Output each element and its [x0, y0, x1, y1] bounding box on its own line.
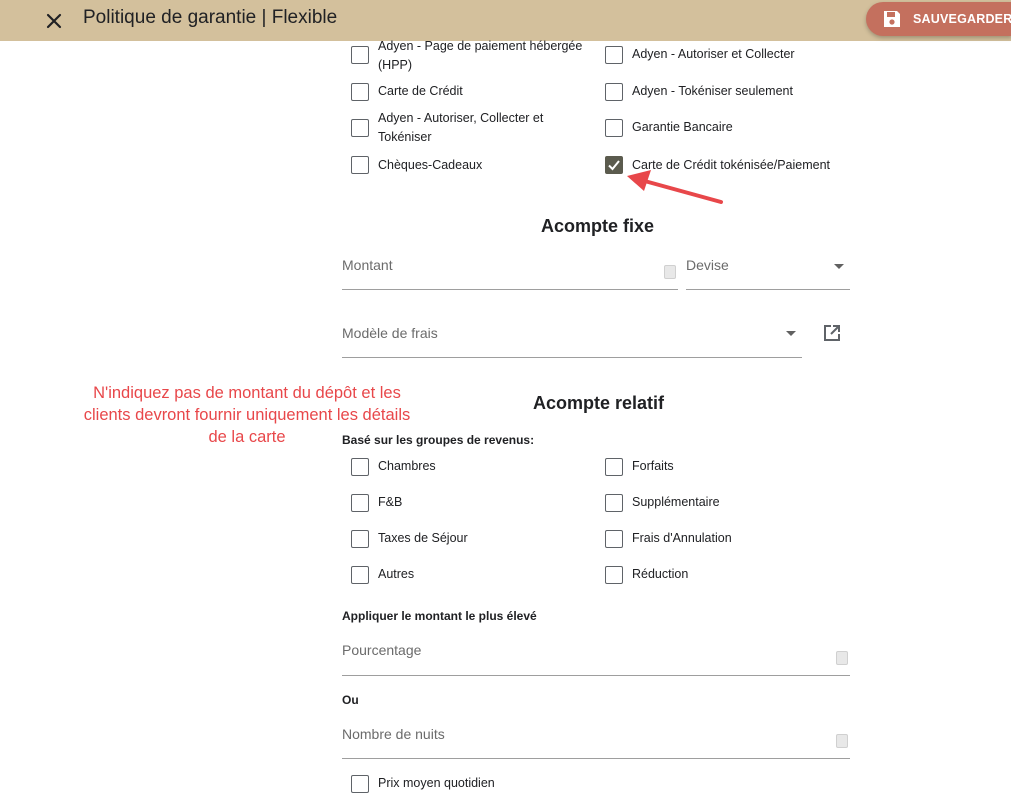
- floppy-disk-icon: [882, 9, 902, 29]
- nights-field[interactable]: Nombre de nuits: [342, 726, 445, 742]
- save-button-label: SAUVEGARDER: [913, 12, 1011, 26]
- close-icon[interactable]: [43, 10, 65, 32]
- revenue-groups-label: Basé sur les groupes de revenus:: [342, 433, 535, 447]
- checkbox-extras[interactable]: [605, 494, 623, 512]
- checkbox-bank-guarantee[interactable]: [605, 119, 623, 137]
- checkbox-city-tax[interactable]: [351, 530, 369, 548]
- check-icon: [608, 160, 620, 171]
- page-title: Politique de garantie | Flexible: [83, 7, 338, 28]
- spinner-arrows-icon[interactable]: [836, 734, 848, 748]
- checkbox-fnb[interactable]: [351, 494, 369, 512]
- amount-field[interactable]: Montant: [342, 257, 393, 273]
- checkbox-label: F&B: [378, 495, 403, 509]
- annotation-line: clients devront fournir uniquement les d…: [83, 406, 411, 424]
- percentage-underline: [342, 675, 850, 676]
- checkbox-label: Autres: [378, 567, 415, 581]
- checkbox-credit-card[interactable]: [351, 83, 369, 101]
- open-in-new-icon[interactable]: [822, 323, 842, 343]
- section-title-relative-deposit: Acompte relatif: [533, 393, 665, 413]
- checkbox-discount[interactable]: [605, 566, 623, 584]
- checkbox-adyen-authorize-collect[interactable]: [605, 46, 623, 64]
- checkbox-label: Chambres: [378, 459, 436, 473]
- annotation-line: N'indiquez pas de montant du dépôt et le…: [93, 384, 401, 402]
- app-header: Politique de garantie | Flexible SAUVEGA…: [0, 0, 1011, 41]
- currency-underline: [686, 289, 850, 290]
- spinner-arrows-icon[interactable]: [836, 651, 848, 665]
- percentage-field[interactable]: Pourcentage: [342, 642, 421, 658]
- amount-underline: [342, 289, 678, 290]
- checkbox-label: Taxes de Séjour: [378, 531, 468, 545]
- checkbox-label: Adyen - Autoriser, Collecter et Tokénise…: [378, 111, 544, 144]
- checkbox-label: Chèques-Cadeaux: [378, 158, 483, 172]
- checkbox-label: Prix moyen quotidien: [378, 776, 495, 790]
- checkbox-label: Forfaits: [632, 459, 674, 473]
- checkbox-tokenized-credit-card[interactable]: [605, 156, 623, 174]
- section-title-fixed-deposit: Acompte fixe: [541, 216, 655, 236]
- checkbox-cancellation-fees[interactable]: [605, 530, 623, 548]
- checkbox-label: Carte de Crédit: [378, 84, 463, 98]
- red-arrow-icon: [627, 170, 723, 204]
- checkbox-label: Frais d'Annulation: [632, 531, 732, 545]
- checkbox-label: Adyen - Tokéniser seulement: [632, 84, 793, 98]
- checkbox-rooms[interactable]: [351, 458, 369, 476]
- checkbox-label: Supplémentaire: [632, 495, 720, 509]
- caret-down-icon[interactable]: [786, 331, 796, 336]
- apply-highest-label: Appliquer le montant le plus élevé: [342, 609, 537, 623]
- checkbox-label: Adyen - Page de paiement hébergée (HPP): [378, 39, 583, 72]
- fee-model-select[interactable]: Modèle de frais: [342, 325, 438, 341]
- checkbox-adyen-tokenize-only[interactable]: [605, 83, 623, 101]
- save-button[interactable]: SAUVEGARDER: [866, 2, 1011, 36]
- checkbox-label: Réduction: [632, 567, 689, 581]
- nights-underline: [342, 758, 850, 759]
- spinner-arrows-icon[interactable]: [664, 265, 676, 279]
- checkbox-packages[interactable]: [605, 458, 623, 476]
- or-label: Ou: [342, 693, 359, 707]
- fee-model-underline: [342, 357, 802, 358]
- checkbox-adyen-authorize-collect-tokenize[interactable]: [351, 119, 369, 137]
- checkbox-label: Adyen - Autoriser et Collecter: [632, 47, 795, 61]
- checkbox-average-daily-price[interactable]: [351, 775, 369, 793]
- checkbox-adyen-hpp[interactable]: [351, 46, 369, 64]
- checkbox-others[interactable]: [351, 566, 369, 584]
- checkbox-gift-cards[interactable]: [351, 156, 369, 174]
- checkbox-label: Garantie Bancaire: [632, 120, 733, 134]
- currency-select[interactable]: Devise: [686, 257, 729, 273]
- caret-down-icon[interactable]: [834, 264, 844, 269]
